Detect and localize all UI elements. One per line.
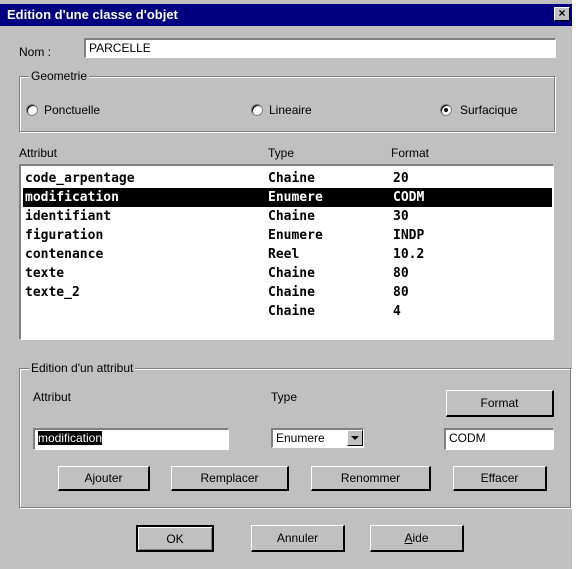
ajouter-button[interactable]: Ajouter <box>58 466 150 491</box>
radio-surfacique[interactable] <box>440 104 452 116</box>
radio-lineaire-label[interactable]: Lineaire <box>269 103 312 117</box>
type-select-value: Enumere <box>276 431 325 445</box>
aide-button[interactable]: Aide <box>370 525 464 552</box>
renommer-button[interactable]: Renommer <box>311 466 431 491</box>
format-input[interactable]: CODM <box>444 428 554 450</box>
row-type: Enumere <box>268 190 323 205</box>
col-header-type: Type <box>268 146 295 160</box>
row-type: Chaine <box>268 209 315 224</box>
radio-surfacique-label[interactable]: Surfacique <box>460 103 517 117</box>
type-select[interactable]: Enumere <box>271 428 364 448</box>
row-type: Chaine <box>268 304 315 319</box>
row-attribut: figuration <box>25 228 104 243</box>
row-format: 4 <box>393 304 401 319</box>
nom-input[interactable]: PARCELLE <box>84 38 556 58</box>
row-format: 30 <box>393 209 409 224</box>
edition-attribut-label: Attribut <box>33 390 72 404</box>
radio-ponctuelle-label[interactable]: Ponctuelle <box>44 103 100 117</box>
annuler-button[interactable]: Annuler <box>251 525 345 552</box>
row-type: Enumere <box>268 228 323 243</box>
remplacer-button[interactable]: Remplacer <box>171 466 289 491</box>
nom-label: Nom : <box>19 45 52 59</box>
radio-ponctuelle[interactable] <box>26 104 38 116</box>
edition-type-label: Type <box>271 390 298 404</box>
row-attribut: texte_2 <box>25 285 80 300</box>
col-header-format: Format <box>391 146 430 160</box>
close-icon: × <box>558 6 566 20</box>
row-attribut: identifiant <box>25 209 112 224</box>
attributes-list[interactable]: code_arpentage Chaine 20 modification En… <box>19 164 554 340</box>
list-item-selected[interactable]: modification Enumere CODM <box>23 188 552 207</box>
title-bar[interactable]: Edition d'une classe d'objet × <box>0 4 572 26</box>
row-type: Reel <box>268 247 300 262</box>
row-attribut: contenance <box>25 247 104 262</box>
row-format: 80 <box>393 266 409 281</box>
row-format: INDP <box>393 228 425 243</box>
aide-label-rest: ide <box>412 531 429 545</box>
radio-lineaire[interactable] <box>251 104 263 116</box>
geometrie-legend: Geometrie <box>29 69 90 83</box>
list-item[interactable]: texte_2 Chaine 80 <box>23 283 552 302</box>
chevron-down-icon <box>351 436 359 440</box>
attribut-input[interactable]: modification <box>33 428 229 450</box>
format-button[interactable]: Format <box>446 390 554 417</box>
row-type: Chaine <box>268 266 315 281</box>
aide-accelerator: A <box>404 531 413 545</box>
col-header-attribut: Attribut <box>19 146 58 160</box>
row-format: CODM <box>393 190 425 205</box>
row-format: 20 <box>393 171 409 186</box>
list-item[interactable]: identifiant Chaine 30 <box>23 207 552 226</box>
row-format: 80 <box>393 285 409 300</box>
window-title: Edition d'une classe d'objet <box>7 7 178 22</box>
row-format: 10.2 <box>393 247 425 262</box>
list-item[interactable]: code_arpentage Chaine 20 <box>23 169 552 188</box>
edition-legend: Edition d'un attribut <box>29 361 136 375</box>
attribut-input-value: modification <box>38 431 103 445</box>
list-item[interactable]: contenance Reel 10.2 <box>23 245 552 264</box>
row-attribut: code_arpentage <box>25 171 135 186</box>
row-attribut: modification <box>25 190 119 205</box>
row-attribut: texte <box>25 266 65 281</box>
row-type: Chaine <box>268 285 315 300</box>
list-item[interactable]: texte Chaine 80 <box>23 264 552 283</box>
close-button[interactable]: × <box>554 7 570 21</box>
ok-button[interactable]: OK <box>136 525 214 552</box>
effacer-button[interactable]: Effacer <box>453 466 547 491</box>
row-type: Chaine <box>268 171 315 186</box>
type-dropdown-button[interactable] <box>347 430 363 446</box>
dialog-window: Edition d'une classe d'objet × Nom : PAR… <box>0 0 572 569</box>
list-item[interactable]: Chaine 4 <box>23 302 552 321</box>
list-item[interactable]: figuration Enumere INDP <box>23 226 552 245</box>
